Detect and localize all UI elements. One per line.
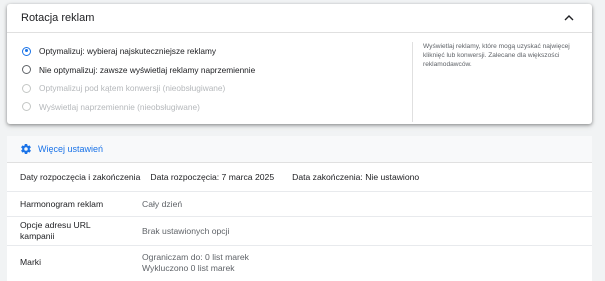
url-options-label: Opcje adresu URL kampanii [7, 220, 142, 242]
schedule-row[interactable]: Harmonogram reklam Cały dzień [7, 192, 592, 217]
settings-panel: Więcej ustawień Daty rozpoczęcia i zakoń… [7, 136, 592, 281]
radio-disabled-icon [22, 83, 31, 93]
brands-row[interactable]: Marki Ograniczam do: 0 list marek Wykluc… [7, 246, 592, 279]
gear-icon [21, 144, 31, 155]
schedule-value: Cały dzień [142, 198, 183, 209]
chevron-up-icon [564, 15, 574, 21]
option-rotate-evenly: Wyświetlaj naprzemiennie (nieobsługiwane… [22, 98, 412, 117]
end-date-value: Data zakończenia: Nie ustawiono [292, 172, 420, 182]
option-optimize-conversions: Optymalizuj pod kątem konwersji (nieobsł… [22, 79, 412, 98]
help-text: Wyświetlaj reklamy, które mogą uzyskać n… [423, 43, 570, 69]
dates-label: Daty rozpoczęcia i zakończenia [20, 172, 141, 182]
collapse-button[interactable] [560, 9, 578, 27]
rotation-options: Optymalizuj: wybieraj najskuteczniejsze … [7, 42, 412, 122]
start-date-value: Data rozpoczęcia: 7 marca 2025 [150, 172, 275, 182]
brands-value-line2: Wykluczono 0 list marek [142, 262, 235, 273]
radio-checked-icon[interactable] [22, 46, 31, 56]
card-body: Optymalizuj: wybieraj najskuteczniejsze … [7, 33, 592, 122]
more-settings-button[interactable]: Więcej ustawień [7, 136, 592, 163]
url-options-row[interactable]: Opcje adresu URL kampanii Brak ustawiony… [7, 217, 592, 246]
option-optimize[interactable]: Optymalizuj: wybieraj najskuteczniejsze … [22, 42, 412, 61]
dates-row[interactable]: Daty rozpoczęcia i zakończenia Data rozp… [7, 163, 592, 192]
option-label: Optymalizuj pod kątem konwersji (nieobsł… [39, 83, 226, 94]
url-options-label-line1: Opcje adresu URL [20, 220, 91, 230]
option-label: Wyświetlaj naprzemiennie (nieobsługiwane… [39, 101, 200, 112]
more-settings-label: Więcej ustawień [38, 144, 104, 154]
radio-disabled-icon [22, 102, 31, 112]
card-header[interactable]: Rotacja reklam [7, 4, 592, 33]
url-options-value: Brak ustawionych opcji [142, 225, 230, 236]
option-label: Nie optymalizuj: zawsze wyświetlaj rekla… [39, 64, 256, 75]
brands-value: Ograniczam do: 0 list marek Wykluczono 0… [142, 252, 249, 274]
brands-value-line1: Ograniczam do: 0 list marek [142, 251, 249, 262]
schedule-label: Harmonogram reklam [20, 198, 104, 209]
option-label: Optymalizuj: wybieraj najskuteczniejsze … [39, 46, 217, 57]
card-title: Rotacja reklam [21, 12, 95, 24]
brands-label: Marki [20, 257, 42, 267]
ad-rotation-card: Rotacja reklam Optymalizuj: wybieraj naj… [7, 4, 592, 124]
radio-unchecked-icon[interactable] [22, 65, 31, 75]
url-options-label-line2: kampanii [20, 231, 55, 241]
option-do-not-optimize[interactable]: Nie optymalizuj: zawsze wyświetlaj rekla… [22, 61, 412, 80]
